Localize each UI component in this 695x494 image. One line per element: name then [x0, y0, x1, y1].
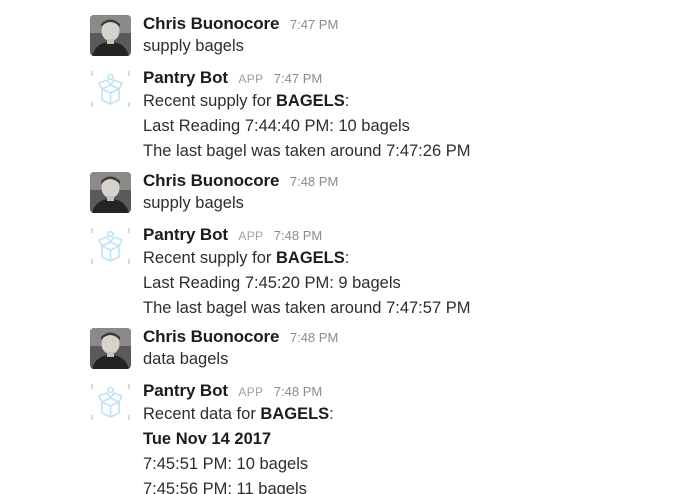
user-photo-avatar-icon [90, 172, 131, 213]
message-line: The last bagel was taken around 7:47:57 … [143, 299, 471, 317]
sender-name[interactable]: Chris Buonocore [143, 171, 280, 190]
message-date-line: Tue Nov 14 2017 [143, 427, 683, 452]
message-line: Last Reading 7:44:40 PM: 10 bagels [143, 117, 410, 135]
avatar[interactable] [90, 328, 131, 369]
avatar[interactable] [90, 172, 131, 213]
item-subject: BAGELS [275, 92, 345, 110]
message-line: Last Reading 7:45:20 PM: 9 bagels [143, 274, 401, 292]
text-suffix: : [344, 92, 350, 110]
message-feed: Chris Buonocore 7:47 PM supply bagels Pa… [0, 0, 695, 494]
timestamp[interactable]: 7:48 PM [290, 174, 338, 189]
app-badge: APP [238, 385, 264, 399]
sender-name[interactable]: Pantry Bot [143, 68, 228, 87]
message-text: supply bagels [143, 37, 244, 55]
text-prefix: Recent data for [143, 405, 261, 423]
message-line: 7:45:51 PM: 10 bagels [143, 455, 309, 473]
timestamp[interactable]: 7:47 PM [274, 71, 322, 86]
pantry-box-icon [90, 382, 131, 423]
timestamp[interactable]: 7:48 PM [274, 384, 322, 399]
text-suffix: : [329, 405, 334, 423]
sender-name[interactable]: Chris Buonocore [143, 327, 280, 346]
avatar[interactable] [90, 69, 131, 110]
message-line: Recent supply for BAGELS: [143, 89, 683, 114]
pantry-box-icon [90, 69, 131, 110]
sender-name[interactable]: Pantry Bot [143, 381, 228, 400]
pantry-box-icon [90, 226, 131, 267]
app-badge: APP [238, 229, 264, 243]
text-prefix: Recent supply for [143, 249, 276, 267]
date-heading: Tue Nov 14 2017 [143, 430, 272, 448]
timestamp[interactable]: 7:47 PM [290, 17, 338, 32]
avatar[interactable] [90, 382, 131, 423]
message-line: Recent data for BAGELS: [143, 402, 683, 427]
app-badge: APP [238, 72, 264, 86]
timestamp[interactable]: 7:48 PM [290, 330, 338, 345]
timestamp[interactable]: 7:48 PM [274, 228, 322, 243]
message-text: data bagels [143, 350, 229, 368]
message-line: 7:45:56 PM: 11 bagels [143, 480, 307, 494]
message-text: supply bagels [143, 194, 244, 212]
user-photo-avatar-icon [90, 15, 131, 56]
message-line: The last bagel was taken around 7:47:26 … [143, 142, 471, 160]
sender-name[interactable]: Chris Buonocore [143, 14, 280, 33]
item-subject: BAGELS [260, 405, 330, 423]
user-photo-avatar-icon [90, 328, 131, 369]
avatar[interactable] [90, 226, 131, 267]
text-prefix: Recent supply for [143, 92, 276, 110]
text-suffix: : [344, 249, 350, 267]
avatar[interactable] [90, 15, 131, 56]
message-line: Recent supply for BAGELS: [143, 246, 683, 271]
item-subject: BAGELS [275, 249, 345, 267]
sender-name[interactable]: Pantry Bot [143, 225, 228, 244]
